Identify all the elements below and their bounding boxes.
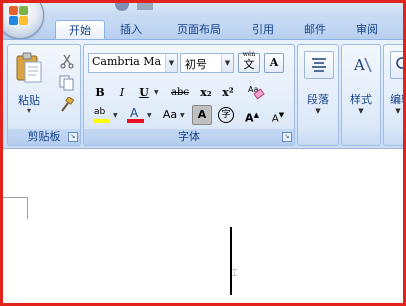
editing-button[interactable] [390,51,403,79]
highlight-button[interactable]: ab [90,105,114,125]
tab-mailings[interactable]: 邮件 [295,20,335,39]
paste-dropdown-arrow[interactable]: ▾ [13,106,45,115]
styles-group[interactable]: A 样式 ▼ [341,44,381,146]
subscript-button[interactable]: x₂ [196,83,216,103]
bold-button[interactable]: B [90,83,110,103]
underline-dropdown[interactable]: ▼ [154,89,159,96]
paste-button[interactable]: 粘贴 ▾ [12,49,46,117]
paragraph-group[interactable]: 段落 ▼ [297,44,339,146]
copy-button[interactable] [56,73,78,93]
grow-font-button[interactable]: A▲ [240,105,264,125]
italic-button[interactable]: I [112,83,132,103]
strikethrough-button[interactable]: abc [166,83,194,103]
tab-home[interactable]: 开始 [55,20,105,40]
page-margin-mark [3,197,27,198]
svg-text:A: A [353,56,365,74]
paragraph-dropdown-arrow[interactable]: ▼ [298,107,338,115]
font-color-button[interactable]: A [124,105,148,125]
editing-group[interactable]: 编辑 ▼ [383,44,403,146]
change-case-dropdown[interactable]: ▼ [180,112,185,119]
phonetic-guide-button[interactable]: wén 文 [238,51,260,73]
tab-review[interactable]: 审阅 [347,20,387,39]
enclose-characters-button[interactable]: 字 [216,105,236,125]
text-cursor [230,227,232,295]
font-name-combobox[interactable]: Cambria Ma ▼ [88,53,178,73]
editing-label: 编辑 [390,93,403,106]
styles-dropdown-arrow[interactable]: ▼ [342,107,380,115]
font-name-value: Cambria Ma [92,55,162,68]
ribbon-tabs: 开始 插入 页面布局 引用 邮件 审阅 [3,17,403,40]
change-case-button[interactable]: Aa [158,105,182,125]
quick-access-undo-icon[interactable] [115,3,129,11]
superscript-button[interactable]: x² [218,83,238,103]
ribbon: 粘贴 ▾ 剪贴板 ↘ Cambria Ma ▼ 初号 ▼ wén 文 A B I… [3,39,403,149]
cut-button[interactable] [56,51,78,71]
editing-dropdown-arrow[interactable]: ▼ [392,107,403,115]
font-group-label: 字体 [84,129,294,145]
clipboard-icon [16,52,42,83]
align-center-icon [312,58,326,72]
quick-access-toolbar[interactable] [137,3,153,10]
font-name-dropdown[interactable]: ▼ [165,54,177,72]
title-bar [3,3,403,17]
enclose-char-label: 字 [218,107,234,123]
format-painter-button[interactable] [56,95,78,115]
page-margin-mark [27,197,28,219]
clipboard-group: 粘贴 ▾ 剪贴板 ↘ [7,44,81,146]
tab-references[interactable]: 引用 [243,20,283,39]
font-size-dropdown[interactable]: ▼ [221,54,233,72]
office-logo-icon [9,6,29,26]
font-color-dropdown[interactable]: ▼ [147,112,152,119]
paragraph-button[interactable] [304,51,334,79]
paintbrush-icon [61,97,75,112]
character-shading-button[interactable]: A [192,105,212,125]
styles-label: 样式 [350,93,372,106]
find-icon [396,57,403,69]
tab-insert[interactable]: 插入 [111,20,151,39]
eraser-icon: Aa [248,85,265,100]
paragraph-label: 段落 [307,93,329,106]
clear-formatting-button[interactable]: Aa [244,81,268,101]
grow-font-label: A [245,111,254,125]
scissors-icon [60,54,74,69]
font-group: Cambria Ma ▼ 初号 ▼ wén 文 A B I U ▼ abc x₂… [83,44,295,146]
font-dialog-launcher[interactable]: ↘ [282,132,292,142]
shrink-font-button[interactable]: A▼ [266,105,290,125]
document-page[interactable]: ⌶ [3,148,403,303]
character-border-button[interactable]: A [264,53,284,73]
mouse-ibeam-icon: ⌶ [232,269,238,279]
styles-button[interactable]: A [348,51,376,79]
app-window: 开始 插入 页面布局 引用 邮件 审阅 粘贴 ▾ 剪贴板 ↘ Cambria M… [0,0,406,306]
font-size-combobox[interactable]: 初号 ▼ [180,53,234,73]
phonetic-guide-char: 文 [243,58,255,71]
styles-icon: A [353,56,372,74]
highlight-color-swatch [93,119,109,123]
font-color-swatch [127,119,144,123]
tab-page-layout[interactable]: 页面布局 [163,20,235,39]
font-size-value: 初号 [185,58,207,71]
highlight-dropdown[interactable]: ▼ [113,112,118,119]
copy-icon [59,75,74,91]
shrink-font-label: A [271,113,279,125]
underline-button[interactable]: U [134,83,154,103]
clipboard-dialog-launcher[interactable]: ↘ [68,132,78,142]
